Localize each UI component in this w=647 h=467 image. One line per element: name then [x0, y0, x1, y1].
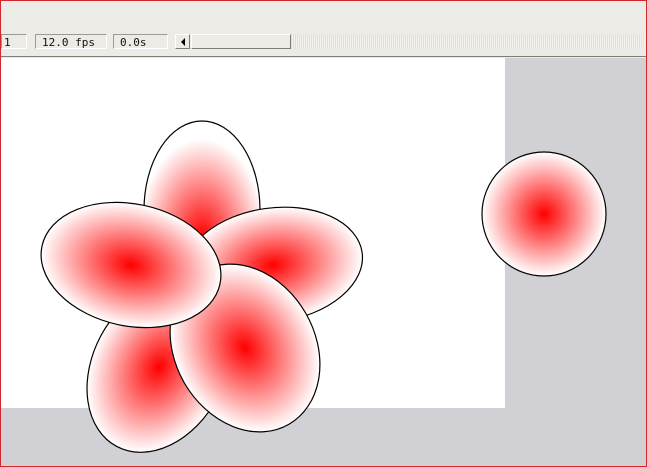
timeline-area	[1, 1, 646, 31]
artwork-layer	[40, 120, 607, 453]
gradient-circle[interactable]	[481, 151, 607, 277]
horizontal-scrollbar-track[interactable]	[291, 34, 645, 49]
scroll-left-button[interactable]	[175, 34, 190, 49]
arrow-left-icon	[180, 37, 185, 46]
timeline-status-bar: 1 12.0 fps 0.0s	[1, 31, 646, 57]
current-frame-indicator: 1	[1, 34, 27, 49]
horizontal-scrollbar-thumb[interactable]	[191, 34, 291, 49]
elapsed-time-indicator: 0.0s	[113, 34, 168, 49]
frame-rate-indicator[interactable]: 12.0 fps	[35, 34, 107, 49]
workspace-pasteboard[interactable]	[1, 58, 646, 466]
